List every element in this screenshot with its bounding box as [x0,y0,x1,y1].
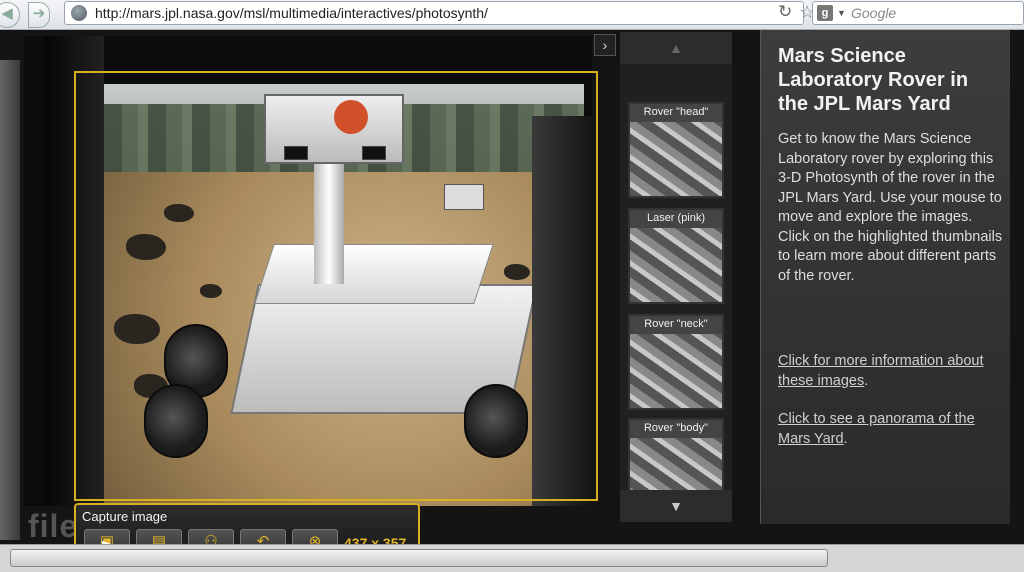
thumb-scroll-up-button[interactable]: ▲ [620,32,732,64]
thumbnail-laser[interactable]: Laser (pink) [628,208,724,304]
thumbnail-rover-neck[interactable]: Rover "neck" [628,314,724,410]
rover-photo[interactable] [104,84,584,506]
thumbnail-label: Rover "head" [643,106,709,118]
info-panel: Mars Science Laboratory Rover in the JPL… [760,30,1010,524]
rover-deck [254,244,494,304]
rock [164,204,194,222]
thumbnail-image [630,228,722,302]
forward-arrow-icon: ➔ [32,5,46,22]
horizontal-scrollbar[interactable] [0,544,1024,572]
thumbnail-image [630,122,722,196]
thumb-scroll-down-button[interactable]: ▼ [620,490,732,522]
rock [200,284,222,298]
panorama-link-text[interactable]: Click to see a panorama of the Mars Yard [778,411,975,447]
thumbnail-label: Rover "body" [643,422,709,434]
expand-button[interactable]: › [594,34,616,56]
thumbnail-label: Rover "neck" [644,318,708,330]
laser-lens [334,100,368,134]
rover-mast [314,144,344,284]
rock [126,234,166,260]
thumbnail-label: Laser (pink) [646,212,706,224]
viewer-shadow [44,36,104,506]
thumbnail-rover-head[interactable]: Rover "head" [628,102,724,198]
panorama-link-suffix: . [843,430,848,447]
small-rover [444,184,484,210]
thumbnail-image [630,334,722,408]
chevron-right-icon: › [602,37,608,53]
back-arrow-icon: ◀ [1,5,13,22]
panorama-link[interactable]: Click to see a panorama of the Mars Yard… [778,410,1003,449]
rover-head [264,94,404,164]
more-info-link-suffix: . [864,372,869,389]
rover-wheel [464,384,528,458]
reload-icon[interactable]: ↻ [778,2,792,22]
thumbnail-strip: ▲ Rover "head" Laser (pink) Rover "neck"… [620,32,732,522]
search-box[interactable]: g ▼ Google [812,1,1024,25]
forward-button[interactable]: ➔ [28,2,50,28]
viewer-right-shade [532,116,592,506]
rover-wheel [144,384,208,458]
info-title: Mars Science Laboratory Rover in the JPL… [778,45,969,115]
rover-camera [284,146,308,160]
left-edge-strip [0,60,20,540]
info-description: Get to know the Mars Science Laboratory … [778,131,1003,284]
rock [114,314,160,344]
more-info-link-text[interactable]: Click for more information about these i… [778,353,984,389]
capture-label: Capture image [82,509,168,524]
scrollbar-thumb[interactable] [10,549,828,567]
globe-icon [71,5,87,21]
search-engine-icon[interactable]: g [817,5,833,21]
arrow-up-icon: ▲ [669,40,683,56]
rock [504,264,530,280]
back-button[interactable]: ◀ [0,2,20,28]
search-placeholder: Google [851,5,897,21]
search-engine-dropdown-icon[interactable]: ▼ [837,8,846,18]
arrow-down-icon: ▼ [669,498,683,514]
rover-camera [362,146,386,160]
browser-toolbar: ◀ ➔ http://mars.jpl.nasa.gov/msl/multime… [0,0,1024,30]
more-info-link[interactable]: Click for more information about these i… [778,352,1003,391]
photosynth-viewer[interactable] [24,36,592,506]
address-bar[interactable]: http://mars.jpl.nasa.gov/msl/multimedia/… [64,1,834,25]
url-text[interactable]: http://mars.jpl.nasa.gov/msl/multimedia/… [95,5,488,21]
